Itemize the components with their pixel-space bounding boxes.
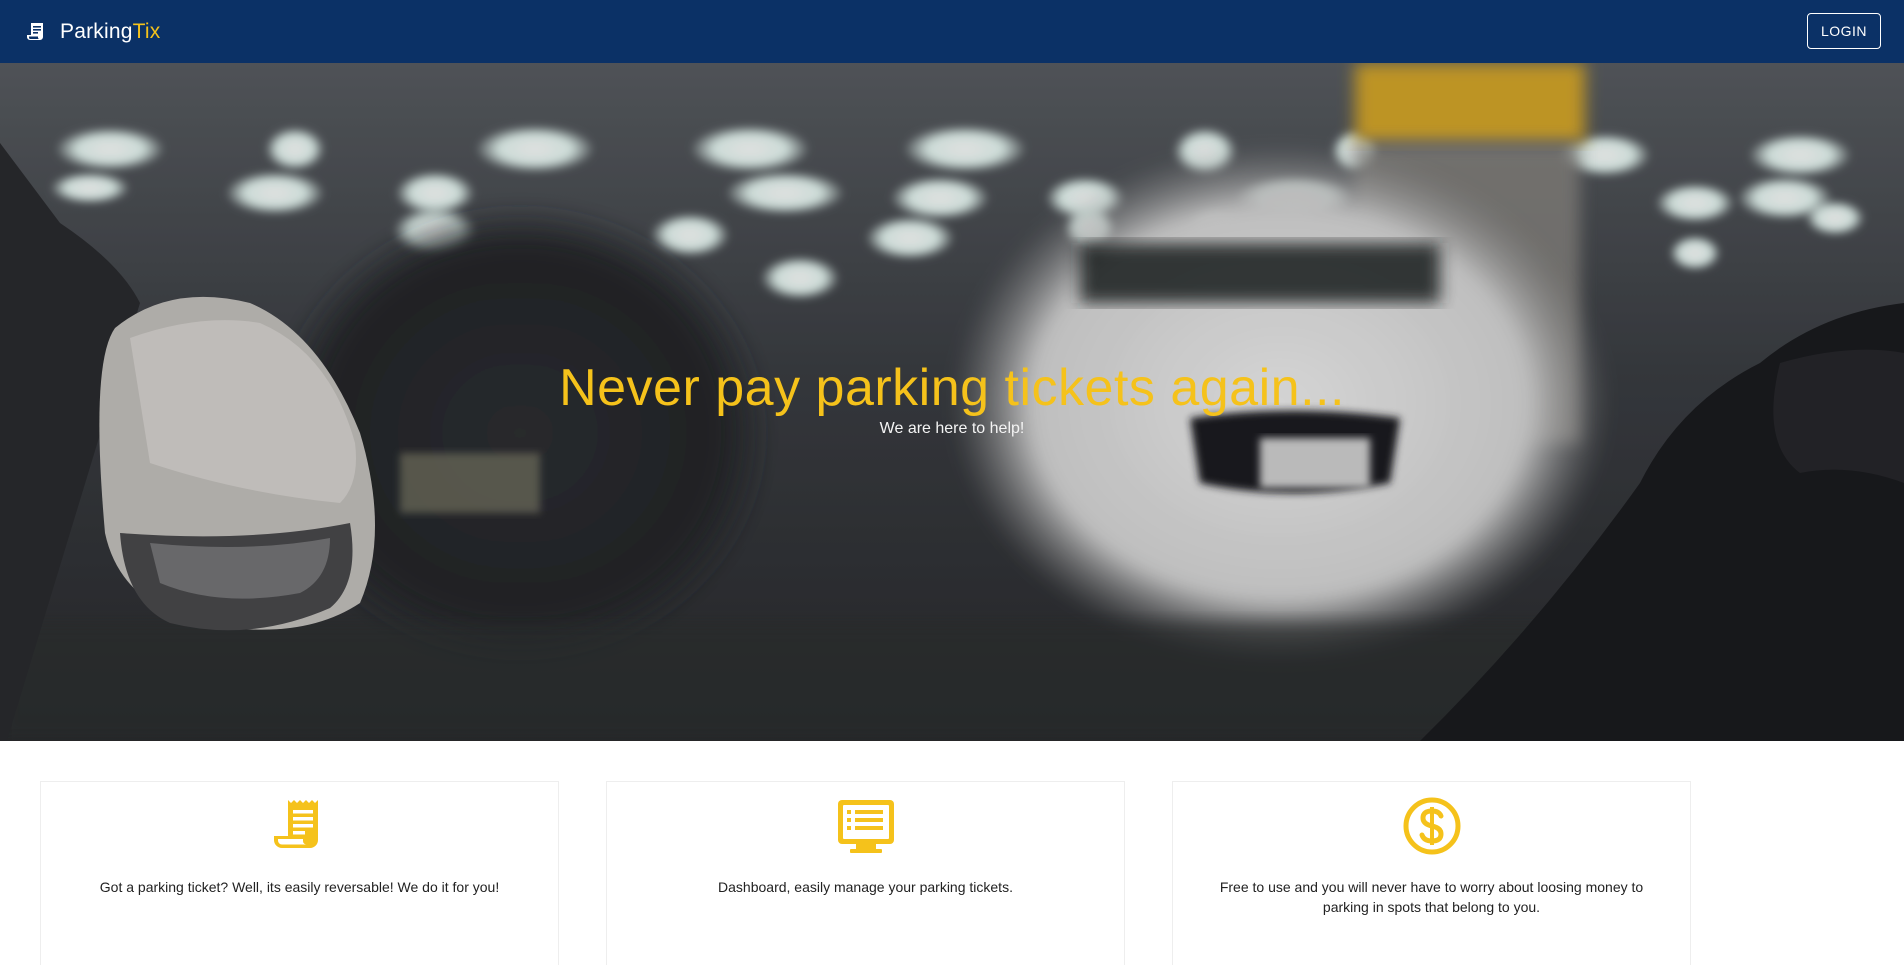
hero-title: Never pay parking tickets again... xyxy=(559,359,1345,417)
login-button[interactable]: LOGIN xyxy=(1807,13,1881,49)
receipt-icon xyxy=(27,22,43,40)
feature-card-reversal: Got a parking ticket? Well, its easily r… xyxy=(40,781,559,965)
feature-text-dashboard: Dashboard, easily manage your parking ti… xyxy=(718,879,1013,895)
brand-logo[interactable]: ParkingTix xyxy=(26,0,160,63)
brand-name-primary: Parking xyxy=(60,19,133,43)
receipt-icon xyxy=(273,800,318,848)
hero-banner: Never pay parking tickets again... We ar… xyxy=(0,63,1904,741)
feature-card-dashboard: Dashboard, easily manage your parking ti… xyxy=(606,781,1125,965)
feature-card-free: Free to use and you will never have to w… xyxy=(1172,781,1691,965)
feature-text-reversal: Got a parking ticket? Well, its easily r… xyxy=(99,879,500,895)
feature-text-free: Free to use and you will never have to w… xyxy=(1219,879,1644,915)
dollar-icon xyxy=(1403,797,1460,855)
dashboard-list-icon xyxy=(837,800,894,853)
brand-name-accent: Tix xyxy=(132,19,161,43)
hero-subtitle: We are here to help! xyxy=(879,420,1025,437)
top-navbar: ParkingTix LOGIN xyxy=(0,0,1904,63)
brand-name: ParkingTix xyxy=(60,20,160,44)
